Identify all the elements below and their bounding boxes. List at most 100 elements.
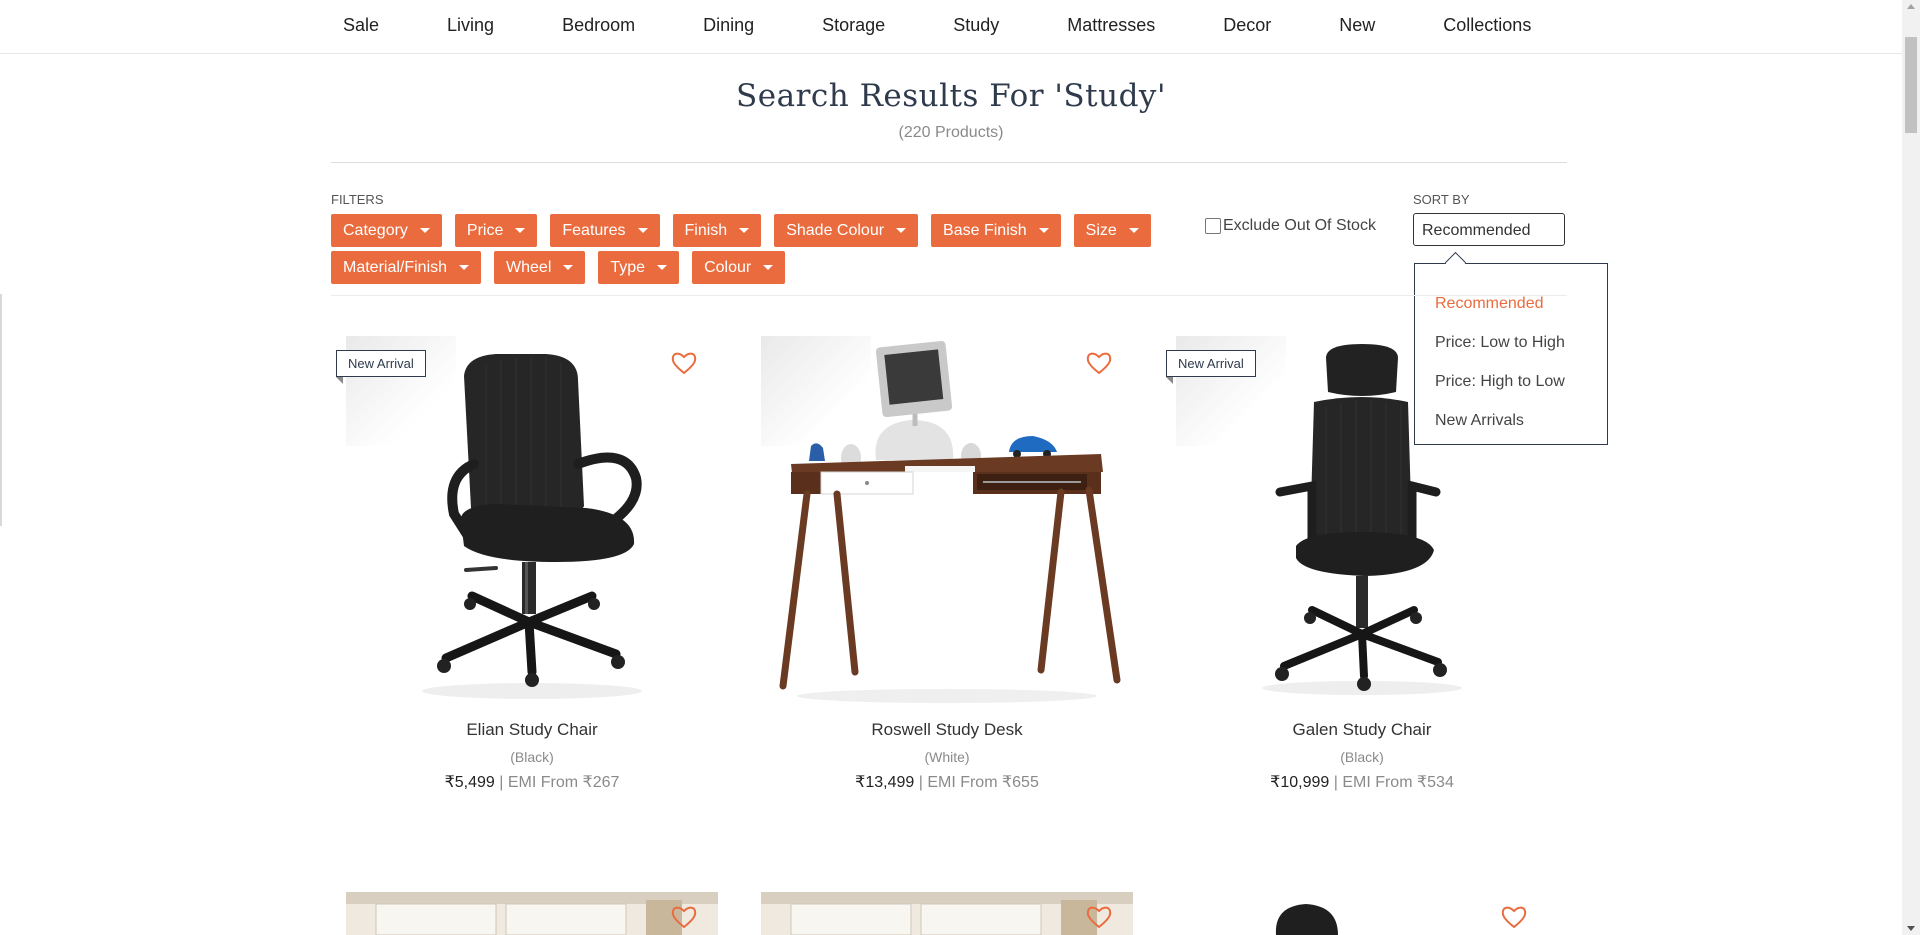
nav-item-collections[interactable]: Collections xyxy=(1431,0,1543,53)
filter-features[interactable]: Features xyxy=(550,214,660,247)
product-card[interactable]: New Arrival Galen Study Chair (Black) ₹1… xyxy=(1166,336,1548,792)
caret-down-icon xyxy=(563,265,574,270)
product-name[interactable]: Galen Study Chair xyxy=(1176,720,1548,740)
product-price: ₹13,499 | EMI From ₹655 xyxy=(761,772,1133,792)
price: ₹10,999 xyxy=(1270,774,1330,791)
caret-down-icon xyxy=(515,228,526,233)
office-chair-image xyxy=(1262,344,1462,695)
top-navigation: Sale Living Bedroom Dining Storage Study… xyxy=(0,0,1902,54)
filter-material-finish[interactable]: Material/Finish xyxy=(331,251,482,284)
caret-down-icon xyxy=(1128,228,1139,233)
filter-label: Features xyxy=(562,222,626,239)
filter-label: Price xyxy=(466,222,504,239)
vertical-scrollbar[interactable] xyxy=(1902,0,1920,935)
product-card[interactable]: New Arrival Elian Study Chair (Black) ₹5… xyxy=(336,336,718,792)
nav-list: Sale Living Bedroom Dining Storage Study… xyxy=(331,0,1543,53)
filter-wheel[interactable]: Wheel xyxy=(494,251,586,284)
side-tab xyxy=(0,294,2,526)
filter-bar: Category Price Features Finish Shade Col… xyxy=(331,214,1171,288)
caret-down-icon xyxy=(419,228,430,233)
sort-option-recommended[interactable]: Recommended xyxy=(1415,284,1607,323)
emi: EMI From ₹267 xyxy=(507,774,620,791)
filter-size[interactable]: Size xyxy=(1073,214,1151,247)
product-card-partial[interactable] xyxy=(1176,892,1548,935)
price-separator: | xyxy=(914,774,928,791)
product-color: (Black) xyxy=(510,749,554,765)
caret-down-icon xyxy=(657,265,668,270)
product-price: ₹5,499 | EMI From ₹267 xyxy=(346,772,718,792)
room-scene-image xyxy=(761,892,1133,935)
product-card[interactable]: Roswell Study Desk (White) ₹13,499 | EMI… xyxy=(761,336,1133,792)
sort-select[interactable]: Recommended xyxy=(1413,213,1565,246)
nav-item-mattresses[interactable]: Mattresses xyxy=(1055,0,1167,53)
room-scene-image xyxy=(346,892,718,935)
caret-down-icon xyxy=(739,228,750,233)
filter-label: Finish xyxy=(684,222,728,239)
product-image[interactable]: New Arrival xyxy=(1166,336,1548,708)
nav-item-new[interactable]: New xyxy=(1327,0,1387,53)
scroll-down-arrow-icon[interactable] xyxy=(1907,926,1915,931)
filter-label: Wheel xyxy=(506,259,552,276)
heart-outline-icon[interactable] xyxy=(670,350,698,376)
nav-item-sale[interactable]: Sale xyxy=(331,0,391,53)
nav-item-decor[interactable]: Decor xyxy=(1211,0,1283,53)
sort-label: SORT BY xyxy=(1413,192,1470,207)
emi: EMI From ₹655 xyxy=(927,774,1039,791)
scroll-up-arrow-icon[interactable] xyxy=(1907,4,1915,9)
caret-down-icon xyxy=(637,228,648,233)
nav-item-study[interactable]: Study xyxy=(941,0,1011,53)
chair-headrest-image xyxy=(1275,904,1338,935)
exclude-label: Exclude Out Of Stock xyxy=(1223,217,1376,234)
caret-down-icon xyxy=(459,265,470,270)
caret-down-icon xyxy=(763,265,774,270)
product-name[interactable]: Roswell Study Desk xyxy=(761,720,1133,740)
heart-outline-icon[interactable] xyxy=(670,904,698,930)
heart-outline-icon[interactable] xyxy=(1085,350,1113,376)
filter-colour[interactable]: Colour xyxy=(692,251,786,284)
filters-label: FILTERS xyxy=(331,192,384,207)
filter-type[interactable]: Type xyxy=(598,251,680,284)
office-chair-image xyxy=(422,354,642,699)
filter-label: Shade Colour xyxy=(786,222,885,239)
filter-label: Colour xyxy=(704,259,752,276)
nav-item-living[interactable]: Living xyxy=(435,0,506,53)
filter-price[interactable]: Price xyxy=(454,214,538,247)
price-separator: | xyxy=(494,774,508,791)
study-desk-image xyxy=(779,340,1121,703)
filter-label: Size xyxy=(1085,222,1117,239)
product-name[interactable]: Elian Study Chair xyxy=(346,720,718,740)
filter-label: Type xyxy=(610,259,646,276)
divider xyxy=(331,162,1567,163)
price: ₹5,499 xyxy=(444,774,495,791)
new-arrival-badge: New Arrival xyxy=(1166,350,1256,384)
product-color: (Black) xyxy=(1340,749,1384,765)
filter-label: Category xyxy=(343,222,408,239)
exclude-out-of-stock[interactable]: Exclude Out Of Stock xyxy=(1205,217,1376,235)
caret-down-icon xyxy=(896,228,907,233)
nav-item-bedroom[interactable]: Bedroom xyxy=(550,0,647,53)
product-card-partial[interactable] xyxy=(761,892,1133,935)
page-title: Search Results For 'Study' xyxy=(736,78,1166,114)
filter-label: Material/Finish xyxy=(343,259,448,276)
nav-item-dining[interactable]: Dining xyxy=(691,0,766,53)
nav-item-storage[interactable]: Storage xyxy=(810,0,897,53)
product-price: ₹10,999 | EMI From ₹534 xyxy=(1176,772,1548,792)
product-count: (220 Products) xyxy=(898,124,1004,141)
filter-shade-colour[interactable]: Shade Colour xyxy=(774,214,919,247)
price: ₹13,499 xyxy=(855,774,915,791)
emi: EMI From ₹534 xyxy=(1342,774,1454,791)
filter-finish[interactable]: Finish xyxy=(672,214,762,247)
product-image[interactable] xyxy=(761,336,1133,708)
filter-category[interactable]: Category xyxy=(331,214,442,247)
heart-outline-icon[interactable] xyxy=(1085,904,1113,930)
filter-base-finish[interactable]: Base Finish xyxy=(931,214,1061,247)
product-image[interactable]: New Arrival xyxy=(336,336,718,708)
product-color: (White) xyxy=(924,749,970,765)
divider xyxy=(331,295,1567,296)
exclude-checkbox[interactable] xyxy=(1205,218,1221,234)
price-separator: | xyxy=(1329,774,1343,791)
scrollbar-thumb[interactable] xyxy=(1905,37,1917,133)
product-card-partial[interactable] xyxy=(346,892,718,935)
filter-label: Base Finish xyxy=(943,222,1027,239)
heart-outline-icon[interactable] xyxy=(1500,904,1528,930)
